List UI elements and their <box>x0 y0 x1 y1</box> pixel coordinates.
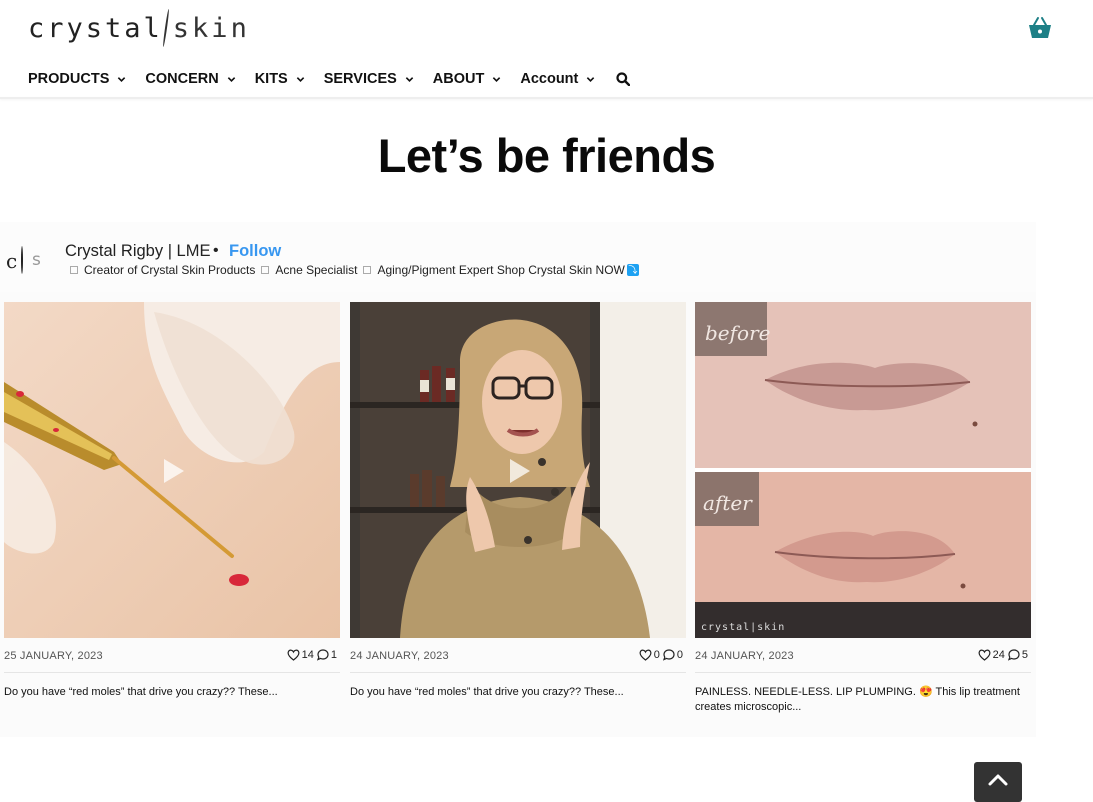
post-caption[interactable]: PAINLESS. NEEDLE-LESS. LIP PLUMPING. 😍 T… <box>695 685 1031 715</box>
watermark-text: crystal|skin <box>701 622 785 633</box>
post-caption[interactable]: Do you have “red moles” that drive you c… <box>350 685 686 700</box>
header-divider <box>0 97 1093 99</box>
chevron-down-icon <box>118 76 126 82</box>
logo-text-crystal: crystal <box>28 12 163 44</box>
post-meta: 25 JANUARY, 2023 14 1 <box>4 648 340 668</box>
nav-concern-label: CONCERN <box>145 71 219 87</box>
chevron-up-icon <box>988 774 1008 786</box>
instagram-profile-header: c s Crystal Rigby | LME • Follow Creator… <box>0 222 1036 292</box>
post-date: 24 JANUARY, 2023 <box>695 650 794 662</box>
chevron-down-icon <box>405 76 414 82</box>
follow-button[interactable]: Follow <box>229 242 281 261</box>
nav-account-label: Account <box>520 71 579 87</box>
post-divider <box>4 672 340 673</box>
lips-before-after-image: before after crystal|skin <box>695 302 1031 638</box>
nav-about-label: ABOUT <box>432 71 485 87</box>
site-logo[interactable]: crystal skin <box>28 8 250 48</box>
comment-icon <box>1007 649 1020 661</box>
comment-count: 1 <box>330 649 337 661</box>
separator-dot: • <box>213 242 219 259</box>
post-caption[interactable]: Do you have “red moles” that drive you c… <box>4 685 340 700</box>
like-count: 24 <box>992 649 1005 661</box>
nav-products-label: PRODUCTS <box>28 71 110 87</box>
nav-products[interactable]: PRODUCTS <box>28 71 126 87</box>
bullet-box-icon <box>70 266 78 274</box>
comment-icon <box>316 649 329 661</box>
bullet-box-icon <box>363 266 372 274</box>
nav-concern[interactable]: CONCERN <box>145 71 235 87</box>
logo-text-skin: skin <box>172 12 250 44</box>
play-icon[interactable] <box>162 458 186 484</box>
before-label: before <box>705 321 770 345</box>
chevron-down-icon <box>227 76 235 82</box>
logo-divider <box>162 9 170 47</box>
chevron-down-icon <box>587 76 595 82</box>
nav-account[interactable]: Account <box>520 71 595 87</box>
after-label: after <box>703 491 753 515</box>
nav-services-label: SERVICES <box>323 71 397 87</box>
scroll-to-top-button[interactable] <box>974 762 1022 802</box>
post-stats: 14 1 <box>287 649 340 661</box>
avatar-letter-s: s <box>32 250 41 270</box>
post-image-lips-before-after[interactable]: before after crystal|skin <box>695 302 1031 638</box>
bio-line: Aging/Pigment Expert Shop Crystal Skin N… <box>377 263 625 277</box>
down-arrow-icon: ⤵ <box>626 264 639 276</box>
page-title: Let’s be friends <box>377 129 716 182</box>
bio-line: Creator of Crystal Skin Products <box>84 263 256 277</box>
comment-count: 0 <box>676 649 683 661</box>
like-count: 0 <box>653 649 660 661</box>
post-image-woman-speaking[interactable] <box>350 302 686 638</box>
main-nav: PRODUCTS CONCERN KITS SERVICES ABOUT Acc… <box>28 64 631 94</box>
avatar[interactable]: c s <box>0 236 46 282</box>
post-divider <box>350 672 686 673</box>
post-divider <box>695 672 1031 673</box>
search-icon[interactable] <box>616 72 631 86</box>
post-date: 25 JANUARY, 2023 <box>4 650 103 662</box>
play-icon[interactable] <box>508 458 532 484</box>
post-image-cautery[interactable] <box>4 302 340 638</box>
heart-icon <box>287 649 300 661</box>
nav-kits-label: KITS <box>254 71 288 87</box>
shopping-basket-icon[interactable] <box>1027 16 1053 40</box>
nav-services[interactable]: SERVICES <box>324 71 414 87</box>
instagram-profile-name[interactable]: Crystal Rigby | LME <box>65 242 211 261</box>
post-meta: 24 JANUARY, 2023 0 0 <box>350 648 686 668</box>
chevron-down-icon <box>296 76 304 82</box>
nav-about[interactable]: ABOUT <box>433 71 502 87</box>
heart-icon <box>639 649 652 661</box>
avatar-divider <box>21 246 23 274</box>
post-meta: 24 JANUARY, 2023 24 5 <box>695 648 1031 668</box>
post-date: 24 JANUARY, 2023 <box>350 650 449 662</box>
heart-icon <box>978 649 991 661</box>
post-stats: 24 5 <box>978 649 1031 661</box>
post-stats: 0 0 <box>639 649 686 661</box>
comment-icon <box>662 649 675 661</box>
nav-kits[interactable]: KITS <box>255 71 305 87</box>
avatar-letter-c: c <box>6 249 18 273</box>
like-count: 14 <box>301 649 314 661</box>
instagram-feed: c s Crystal Rigby | LME • Follow Creator… <box>0 222 1036 737</box>
comment-count: 5 <box>1021 649 1028 661</box>
chevron-down-icon <box>493 76 501 82</box>
bio-line: Acne Specialist <box>275 263 358 277</box>
bullet-box-icon <box>261 266 270 274</box>
instagram-bio: Creator of Crystal Skin Products Acne Sp… <box>70 263 639 277</box>
